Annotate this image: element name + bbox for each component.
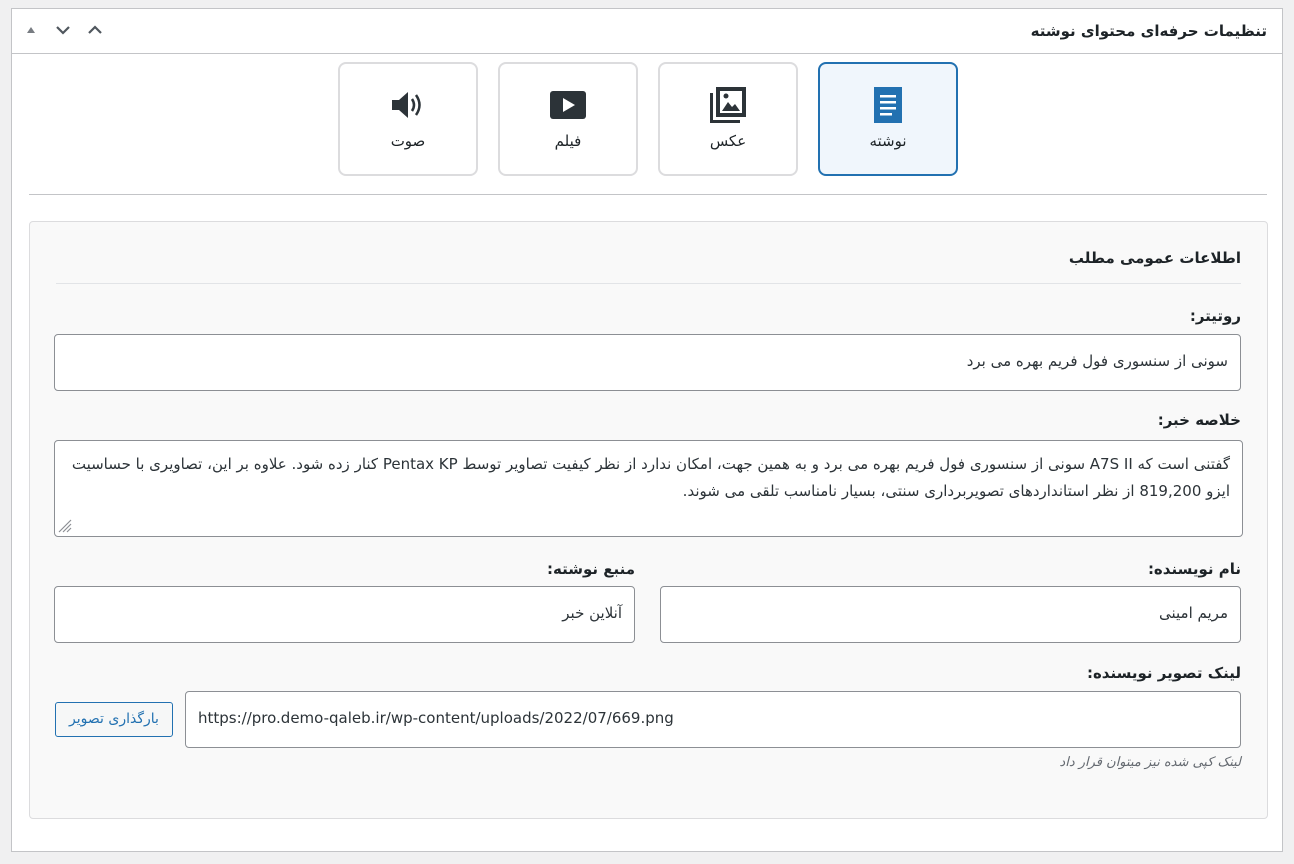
source-input[interactable]: آنلاین خبر bbox=[54, 586, 635, 643]
field-hint: لینک کپی شده نیز میتوان قرار داد bbox=[1059, 755, 1241, 770]
tab-label: نوشته bbox=[869, 132, 907, 150]
divider bbox=[29, 194, 1267, 195]
move-up-icon[interactable] bbox=[20, 19, 42, 41]
chevron-down-icon[interactable] bbox=[52, 19, 74, 41]
kicker-label: روتیتر: bbox=[1189, 307, 1241, 325]
tab-label: عکس bbox=[709, 132, 747, 150]
post-settings-metabox: تنظیمات حرفه‌ای محتوای نوشته نوشته عکس ف… bbox=[11, 8, 1283, 852]
tab-audio[interactable]: صوت bbox=[338, 62, 478, 176]
source-value: آنلاین خبر bbox=[562, 604, 622, 622]
metabox-title: تنظیمات حرفه‌ای محتوای نوشته bbox=[1030, 22, 1267, 40]
author-image-url-input[interactable]: https://pro.demo-qaleb.ir/wp-content/upl… bbox=[185, 691, 1241, 748]
metabox-header: تنظیمات حرفه‌ای محتوای نوشته bbox=[12, 9, 1282, 54]
gallery-icon bbox=[660, 87, 796, 123]
section-divider bbox=[56, 283, 1241, 284]
kicker-input[interactable]: سونی از سنسوری فول فریم بهره می برد bbox=[54, 334, 1241, 391]
summary-label: خلاصه خبر: bbox=[1157, 411, 1241, 429]
source-label: منبع نوشته: bbox=[546, 560, 635, 578]
summary-value: گفتنی است که A7S II سونی از سنسوری فول ف… bbox=[71, 455, 1230, 500]
speaker-icon bbox=[340, 88, 476, 122]
resize-handle-icon[interactable] bbox=[57, 518, 73, 534]
tab-video[interactable]: فیلم bbox=[498, 62, 638, 176]
tab-post[interactable]: نوشته bbox=[818, 62, 958, 176]
author-image-label: لینک تصویر نویسنده: bbox=[1086, 664, 1241, 682]
author-value: مریم امینی bbox=[1159, 604, 1228, 622]
upload-image-button[interactable]: بارگذاری تصویر bbox=[55, 702, 173, 737]
section-title: اطلاعات عمومی مطلب bbox=[1068, 249, 1241, 267]
video-play-icon bbox=[500, 88, 636, 122]
tab-photo[interactable]: عکس bbox=[658, 62, 798, 176]
author-image-url-value: https://pro.demo-qaleb.ir/wp-content/upl… bbox=[198, 709, 674, 727]
document-icon bbox=[820, 87, 956, 123]
tab-label: صوت bbox=[390, 132, 426, 150]
author-input[interactable]: مریم امینی bbox=[660, 586, 1241, 643]
general-info-panel: اطلاعات عمومی مطلب روتیتر: سونی از سنسور… bbox=[29, 221, 1268, 819]
chevron-up-icon[interactable] bbox=[84, 19, 106, 41]
summary-textarea[interactable]: گفتنی است که A7S II سونی از سنسوری فول ف… bbox=[54, 440, 1243, 537]
post-format-tabs: نوشته عکس فیلم صوت bbox=[12, 62, 1282, 178]
tab-label: فیلم bbox=[554, 132, 582, 150]
author-label: نام نویسنده: bbox=[1147, 560, 1241, 578]
kicker-value: سونی از سنسوری فول فریم بهره می برد bbox=[966, 352, 1228, 370]
